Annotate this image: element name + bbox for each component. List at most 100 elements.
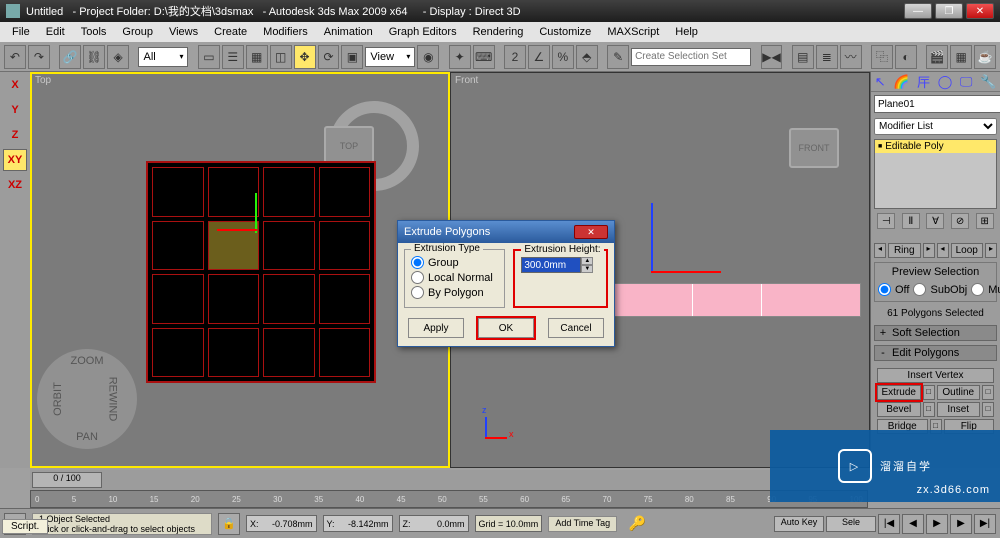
select-name-button[interactable]: ☰ — [222, 45, 244, 69]
select-scale-button[interactable]: ▣ — [341, 45, 363, 69]
edit-polygons-rollout[interactable]: -Edit Polygons — [874, 345, 997, 361]
constrain-xz-button[interactable]: XZ — [3, 174, 27, 196]
time-slider[interactable]: 0 / 100 — [30, 470, 868, 490]
select-button[interactable]: ▭ — [198, 45, 220, 69]
dialog-apply-button[interactable]: Apply — [408, 318, 464, 338]
extrusion-height-spinner[interactable]: ▲▼ — [581, 257, 593, 273]
preview-multi[interactable]: Multi — [971, 283, 1000, 296]
ref-coord-dropdown[interactable]: View — [365, 47, 415, 67]
menu-maxscript[interactable]: MAXScript — [601, 24, 665, 40]
steering-wheel[interactable]: ZOOM PAN ORBIT REWIND — [37, 349, 137, 449]
script-tab[interactable]: Script. — [2, 519, 48, 534]
remove-mod-icon[interactable]: ⊘ — [951, 213, 969, 229]
modifier-list-dropdown[interactable]: Modifier List — [874, 118, 997, 135]
constrain-x-button[interactable]: X — [3, 74, 27, 96]
soft-selection-rollout[interactable]: +Soft Selection — [874, 325, 997, 341]
unique-icon[interactable]: ∀ — [926, 213, 944, 229]
ring-plus[interactable]: ▸ — [923, 243, 935, 258]
snap-angle-button[interactable]: ∠ — [528, 45, 550, 69]
selection-filter-dropdown[interactable]: All — [138, 47, 188, 67]
motion-tab-icon[interactable]: ◯ — [938, 74, 953, 90]
constrain-z-button[interactable]: Z — [3, 124, 27, 146]
insert-vertex-button[interactable]: Insert Vertex — [877, 368, 994, 383]
wheel-pan[interactable]: PAN — [76, 431, 98, 443]
extrusion-local-radio[interactable]: Local Normal — [411, 271, 498, 284]
minimize-button[interactable]: — — [904, 3, 932, 19]
menu-group[interactable]: Group — [116, 24, 159, 40]
object-name-input[interactable] — [874, 95, 1000, 113]
ring-button[interactable]: Ring — [888, 243, 921, 258]
schematic-button[interactable]: ⿻ — [871, 45, 893, 69]
align-button[interactable]: ▤ — [792, 45, 814, 69]
dialog-cancel-button[interactable]: Cancel — [548, 318, 604, 338]
outline-settings-button[interactable]: □ — [982, 385, 994, 400]
menu-help[interactable]: Help — [669, 24, 704, 40]
hierarchy-tab-icon[interactable]: 厈 — [917, 72, 930, 91]
lock-selection-icon[interactable]: 🔒 — [218, 513, 240, 535]
menu-edit[interactable]: Edit — [40, 24, 71, 40]
selection-set-button[interactable]: Sele — [826, 516, 876, 532]
dialog-close-button[interactable]: ✕ — [574, 225, 608, 239]
select-rotate-button[interactable]: ⟳ — [318, 45, 340, 69]
extrusion-group-radio[interactable]: Group — [411, 256, 498, 269]
top-gizmo[interactable] — [255, 193, 257, 233]
wheel-zoom[interactable]: ZOOM — [71, 355, 104, 367]
loop-plus[interactable]: ▸ — [985, 243, 997, 258]
show-result-icon[interactable]: Ⅱ — [902, 213, 920, 229]
ring-minus[interactable]: ◂ — [874, 243, 886, 258]
z-coord-input[interactable] — [411, 519, 465, 529]
keyboard-button[interactable]: ⌨ — [473, 45, 495, 69]
render-button[interactable]: ☕ — [974, 45, 996, 69]
goto-end-button[interactable]: ▶| — [974, 514, 996, 534]
menu-customize[interactable]: Customize — [533, 24, 597, 40]
prev-frame-button[interactable]: ◀ — [902, 514, 924, 534]
extrusion-bypoly-radio[interactable]: By Polygon — [411, 286, 498, 299]
link-button[interactable]: 🔗 — [59, 45, 81, 69]
time-slider-handle[interactable]: 0 / 100 — [32, 472, 102, 488]
curve-button[interactable]: 〰 — [840, 45, 862, 69]
menu-graph-editors[interactable]: Graph Editors — [383, 24, 463, 40]
inset-settings-button[interactable]: □ — [982, 402, 994, 417]
extrude-button[interactable]: Extrude — [877, 385, 921, 400]
display-tab-icon[interactable]: 🖵 — [960, 74, 973, 90]
modifier-stack[interactable]: Editable Poly — [874, 139, 997, 209]
utilities-tab-icon[interactable]: 🔧 — [980, 74, 996, 90]
create-selection-set-input[interactable] — [631, 48, 751, 66]
wheel-orbit[interactable]: ORBIT — [52, 382, 64, 416]
loop-minus[interactable]: ◂ — [937, 243, 949, 258]
select-region-button[interactable]: ▦ — [246, 45, 268, 69]
viewcube-top-face[interactable]: TOP — [324, 126, 374, 166]
named-sel-button[interactable]: ✎ — [607, 45, 629, 69]
extrude-settings-button[interactable]: □ — [923, 385, 935, 400]
goto-start-button[interactable]: |◀ — [878, 514, 900, 534]
bevel-settings-button[interactable]: □ — [923, 402, 935, 417]
extrusion-height-input[interactable] — [521, 257, 581, 273]
wheel-rewind[interactable]: REWIND — [107, 377, 119, 422]
close-button[interactable]: ✕ — [966, 3, 994, 19]
manipulate-button[interactable]: ✦ — [449, 45, 471, 69]
dialog-titlebar[interactable]: Extrude Polygons ✕ — [398, 221, 614, 243]
use-center-button[interactable]: ◉ — [417, 45, 439, 69]
stack-editable-poly[interactable]: Editable Poly — [875, 140, 996, 153]
menu-modifiers[interactable]: Modifiers — [257, 24, 314, 40]
menu-rendering[interactable]: Rendering — [467, 24, 530, 40]
outline-button[interactable]: Outline — [937, 385, 981, 400]
window-crossing-button[interactable]: ◫ — [270, 45, 292, 69]
unlink-button[interactable]: ⛓ — [83, 45, 105, 69]
play-button[interactable]: ▶ — [926, 514, 948, 534]
menu-views[interactable]: Views — [163, 24, 204, 40]
render-setup-button[interactable]: 🎬 — [926, 45, 948, 69]
preview-off[interactable]: Off — [878, 283, 909, 296]
snap-2d-button[interactable]: 2 — [504, 45, 526, 69]
viewcube-front-face[interactable]: FRONT — [789, 128, 839, 168]
material-button[interactable]: ◐ — [895, 45, 917, 69]
add-time-tag[interactable]: Add Time Tag — [548, 516, 617, 532]
mirror-button[interactable]: ▶◀ — [761, 45, 783, 69]
loop-button[interactable]: Loop — [951, 243, 984, 258]
render-frame-button[interactable]: ▦ — [950, 45, 972, 69]
menu-file[interactable]: File — [6, 24, 36, 40]
menu-animation[interactable]: Animation — [318, 24, 379, 40]
modify-tab-icon[interactable]: 🌈 — [893, 74, 909, 90]
timeline-track[interactable]: 0 5 10 15 20 25 30 35 40 45 50 55 60 65 … — [30, 490, 868, 508]
preview-subobj[interactable]: SubObj — [913, 283, 967, 296]
